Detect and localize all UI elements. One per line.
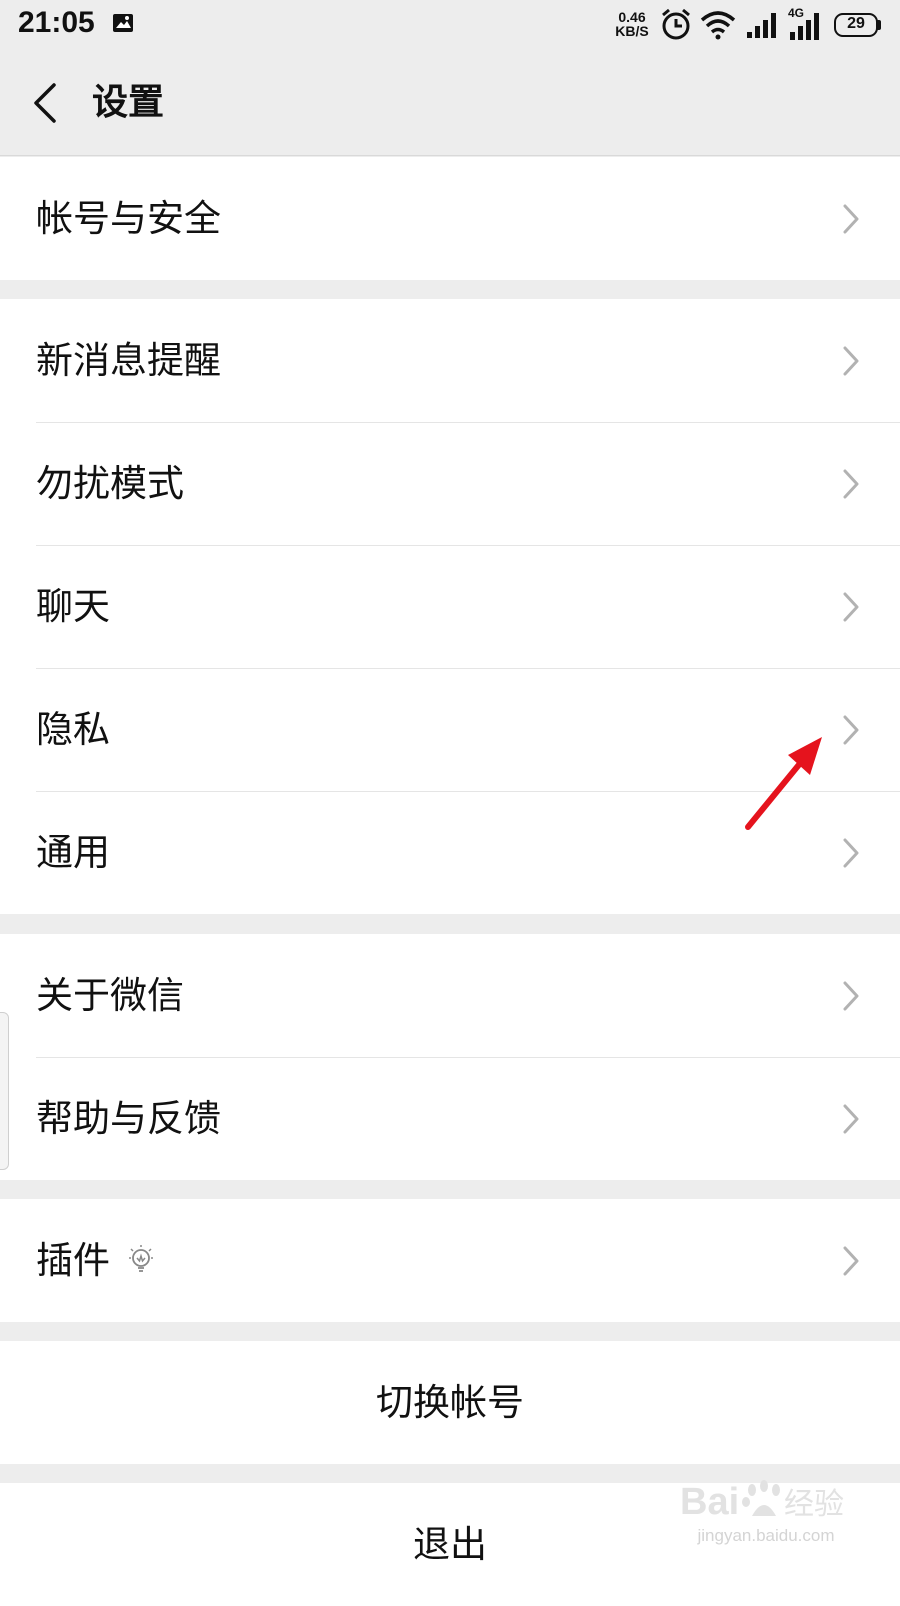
- watermark-url: jingyan.baidu.com: [697, 1526, 835, 1545]
- edge-drag-handle[interactable]: [0, 1012, 9, 1170]
- chevron-right-icon: [843, 592, 859, 622]
- chevron-right-icon: [843, 838, 859, 868]
- settings-item-label: 关于微信: [36, 974, 184, 1017]
- image-notification-icon: [113, 14, 133, 32]
- svg-text:Bai: Bai: [680, 1481, 739, 1523]
- settings-group-about: 关于微信 帮助与反馈: [0, 934, 900, 1180]
- switch-account-button[interactable]: 切换帐号: [0, 1341, 900, 1464]
- status-bar: 21:05 0.46 KB/S 4G 29: [0, 0, 900, 50]
- settings-item-label: 勿扰模式: [36, 462, 184, 505]
- chevron-right-icon: [843, 346, 859, 376]
- settings-item-label: 隐私: [36, 708, 110, 751]
- net-speed-unit: KB/S: [615, 23, 649, 39]
- switch-account-group: 切换帐号: [0, 1341, 900, 1464]
- alarm-icon: [662, 8, 690, 40]
- settings-item-label: 帮助与反馈: [36, 1097, 221, 1140]
- net-speed: 0.46 KB/S: [610, 10, 654, 38]
- wifi-icon: [700, 11, 736, 40]
- settings-group-account: 帐号与安全: [0, 157, 900, 280]
- signal-icon: [747, 13, 776, 38]
- settings-item-label: 聊天: [36, 585, 110, 628]
- settings-item-plugins[interactable]: 插件: [0, 1199, 900, 1322]
- lightbulb-icon: [129, 1245, 153, 1272]
- battery-icon: 29: [834, 13, 881, 37]
- chevron-left-icon: [34, 83, 56, 123]
- signal-4g-icon: 4G: [788, 6, 828, 42]
- baidu-logo-icon: Bai 经验: [680, 1480, 844, 1523]
- settings-item-help-feedback[interactable]: 帮助与反馈: [0, 1057, 900, 1180]
- nav-bar: 设置: [0, 50, 900, 156]
- settings-item-account-security[interactable]: 帐号与安全: [0, 157, 900, 280]
- red-arrow-annotation: [745, 737, 822, 830]
- baidu-jingyan-watermark: Bai 经验 jingyan.baidu.com: [676, 1470, 856, 1560]
- settings-item-label: 帐号与安全: [36, 197, 221, 240]
- settings-group-plugins: 插件: [0, 1199, 900, 1322]
- chevron-right-icon: [843, 715, 859, 745]
- chevron-right-icon: [843, 1104, 859, 1134]
- svg-text:经验: 经验: [784, 1487, 844, 1522]
- status-time: 21:05: [18, 6, 95, 39]
- page-title: 设置: [92, 82, 165, 123]
- net-speed-value: 0.46: [618, 9, 646, 25]
- back-button[interactable]: [26, 80, 66, 126]
- chevron-right-icon: [843, 204, 859, 234]
- settings-item-chat[interactable]: 聊天: [0, 545, 900, 668]
- switch-account-label: 切换帐号: [376, 1381, 524, 1424]
- settings-item-new-message-notify[interactable]: 新消息提醒: [0, 299, 900, 422]
- chevron-right-icon: [843, 1246, 859, 1276]
- settings-item-about-wechat[interactable]: 关于微信: [0, 934, 900, 1057]
- settings-item-do-not-disturb[interactable]: 勿扰模式: [0, 422, 900, 545]
- settings-item-label: 新消息提醒: [36, 339, 221, 382]
- chevron-right-icon: [843, 469, 859, 499]
- settings-item-label: 通用: [36, 831, 110, 874]
- settings-item-label: 插件: [36, 1239, 110, 1282]
- chevron-right-icon: [843, 981, 859, 1011]
- battery-level: 29: [847, 15, 865, 32]
